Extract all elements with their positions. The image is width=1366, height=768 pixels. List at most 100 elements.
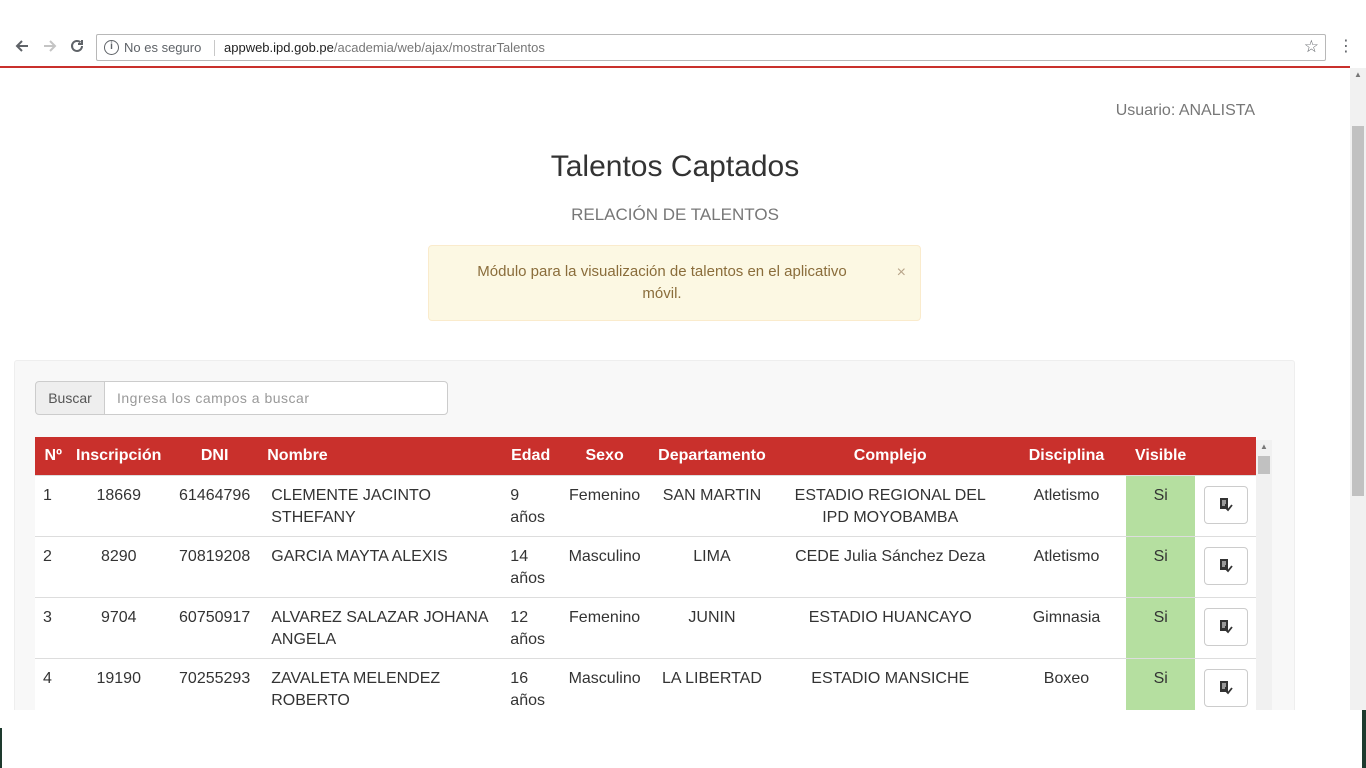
cell-actions (1195, 535, 1256, 597)
cell-edad: 14 años (502, 535, 560, 597)
cell-complejo: ESTADIO REGIONAL DEL IPD MOYOBAMBA (773, 474, 1007, 536)
col-header-visible[interactable]: Visible (1126, 437, 1196, 475)
cell-complejo: ESTADIO HUANCAYO (773, 596, 1007, 658)
page-scrollbar[interactable]: ▲ (1350, 68, 1366, 710)
cell-num: 1 (35, 474, 72, 536)
col-header-disciplina[interactable]: Disciplina (1006, 437, 1127, 475)
edit-button[interactable] (1203, 607, 1248, 646)
cell-visible: Si (1126, 535, 1196, 597)
table-row: 3 9704 60750917 ALVAREZ SALAZAR JOHANA A… (35, 596, 1256, 658)
cell-edad: 9 años (502, 474, 560, 536)
reload-icon[interactable] (67, 37, 87, 57)
edit-icon (1219, 558, 1233, 572)
cell-sexo: Femenino (559, 474, 651, 536)
cell-dni: 61464796 (166, 474, 264, 536)
col-header-dni[interactable]: DNI (166, 437, 264, 475)
table-row: 4 19190 70255293 ZAVALETA MELENDEZ ROBER… (35, 657, 1256, 710)
cell-nombre: ALVAREZ SALAZAR JOHANA ANGELA (263, 596, 503, 658)
talent-table: Nº Inscripción DNI Nombre Edad Sexo Depa… (35, 437, 1256, 710)
cell-sexo: Masculino (559, 657, 651, 710)
cell-departamento: SAN MARTIN (650, 474, 774, 536)
cell-dni: 60750917 (166, 596, 264, 658)
edit-button[interactable] (1203, 668, 1248, 707)
url-path: /academia/web/ajax/mostrarTalentos (333, 40, 545, 55)
col-header-nombre[interactable]: Nombre (263, 437, 503, 475)
cell-disciplina: Atletismo (1006, 535, 1127, 597)
cell-actions (1195, 474, 1256, 536)
col-header-num[interactable]: Nº (35, 437, 72, 475)
edit-button[interactable] (1203, 546, 1248, 585)
close-icon[interactable]: × (897, 262, 906, 284)
star-icon[interactable]: ☆ (1304, 37, 1319, 57)
url-host: appweb.ipd.gob.pe (224, 40, 334, 55)
edit-icon (1219, 680, 1233, 694)
cell-complejo: CEDE Julia Sánchez Deza (773, 535, 1007, 597)
info-alert: Módulo para la visualización de talentos… (428, 245, 921, 321)
cell-nombre: CLEMENTE JACINTO STHEFANY (263, 474, 503, 536)
url-text[interactable]: appweb.ipd.gob.pe/academia/web/ajax/most… (224, 40, 545, 55)
cell-complejo: ESTADIO MANSICHE (773, 657, 1007, 710)
talent-panel: Buscar Nº Inscripción DNI Nombre Edad Se… (14, 360, 1295, 710)
info-icon[interactable]: i (104, 40, 119, 55)
talent-table-container: Nº Inscripción DNI Nombre Edad Sexo Depa… (35, 437, 1257, 710)
col-header-edad[interactable]: Edad (502, 437, 560, 475)
table-header-row: Nº Inscripción DNI Nombre Edad Sexo Depa… (35, 437, 1256, 475)
cell-visible: Si (1126, 474, 1196, 536)
table-scrollbar[interactable]: ▲ (1256, 440, 1272, 710)
address-bar[interactable]: i No es seguro appweb.ipd.gob.pe/academi… (96, 34, 1326, 61)
cell-sexo: Femenino (559, 596, 651, 658)
cell-inscripcion: 9704 (71, 596, 167, 658)
cell-actions (1195, 657, 1256, 710)
cell-num: 3 (35, 596, 72, 658)
taskbar-edge-right (1362, 710, 1366, 768)
table-scroll-thumb[interactable] (1258, 456, 1270, 474)
col-header-sexo[interactable]: Sexo (559, 437, 651, 475)
taskbar-edge-left (0, 728, 2, 768)
bottom-strip (0, 710, 1366, 768)
col-header-actions (1195, 437, 1256, 475)
scroll-up-arrow-icon[interactable]: ▲ (1354, 70, 1362, 79)
browser-chrome: i No es seguro appweb.ipd.gob.pe/academi… (0, 0, 1366, 68)
edit-icon (1219, 497, 1233, 511)
cell-num: 2 (35, 535, 72, 597)
page-scroll-thumb[interactable] (1352, 126, 1364, 496)
security-label[interactable]: No es seguro (124, 40, 201, 55)
col-header-inscripcion[interactable]: Inscripción (71, 437, 167, 475)
forward-icon[interactable] (40, 37, 60, 57)
cell-edad: 16 años (502, 657, 560, 710)
cell-sexo: Masculino (559, 535, 651, 597)
cell-edad: 12 años (502, 596, 560, 658)
cell-inscripcion: 19190 (71, 657, 167, 710)
cell-dni: 70819208 (166, 535, 264, 597)
user-label: Usuario: ANALISTA (1115, 102, 1255, 119)
cell-nombre: ZAVALETA MELENDEZ ROBERTO (263, 657, 503, 710)
table-row: 1 18669 61464796 CLEMENTE JACINTO STHEFA… (35, 474, 1256, 536)
edit-button[interactable] (1203, 485, 1248, 524)
cell-inscripcion: 8290 (71, 535, 167, 597)
omnibox-divider (214, 40, 215, 56)
tab-strip (0, 0, 1366, 30)
page-subtitle: RELACIÓN DE TALENTOS (571, 205, 779, 224)
cell-actions (1195, 596, 1256, 658)
search-input[interactable] (104, 381, 448, 415)
col-header-complejo[interactable]: Complejo (773, 437, 1007, 475)
cell-visible: Si (1126, 596, 1196, 658)
back-icon[interactable] (12, 37, 32, 57)
page-title: Talentos Captados (550, 150, 800, 183)
cell-departamento: LIMA (650, 535, 774, 597)
page-content: Usuario: ANALISTA Talentos Captados RELA… (0, 68, 1350, 710)
search-group: Buscar (35, 381, 448, 415)
table-row: 2 8290 70819208 GARCIA MAYTA ALEXIS 14 a… (35, 535, 1256, 597)
scroll-up-arrow-icon[interactable]: ▲ (1260, 442, 1268, 451)
col-header-departamento[interactable]: Departamento (650, 437, 774, 475)
cell-nombre: GARCIA MAYTA ALEXIS (263, 535, 503, 597)
cell-num: 4 (35, 657, 72, 710)
cell-departamento: LA LIBERTAD (650, 657, 774, 710)
cell-inscripcion: 18669 (71, 474, 167, 536)
cell-disciplina: Atletismo (1006, 474, 1127, 536)
alert-message: Módulo para la visualización de talentos… (477, 263, 847, 302)
cell-disciplina: Boxeo (1006, 657, 1127, 710)
cell-departamento: JUNIN (650, 596, 774, 658)
menu-icon[interactable]: ⋮ (1338, 36, 1354, 56)
cell-disciplina: Gimnasia (1006, 596, 1127, 658)
